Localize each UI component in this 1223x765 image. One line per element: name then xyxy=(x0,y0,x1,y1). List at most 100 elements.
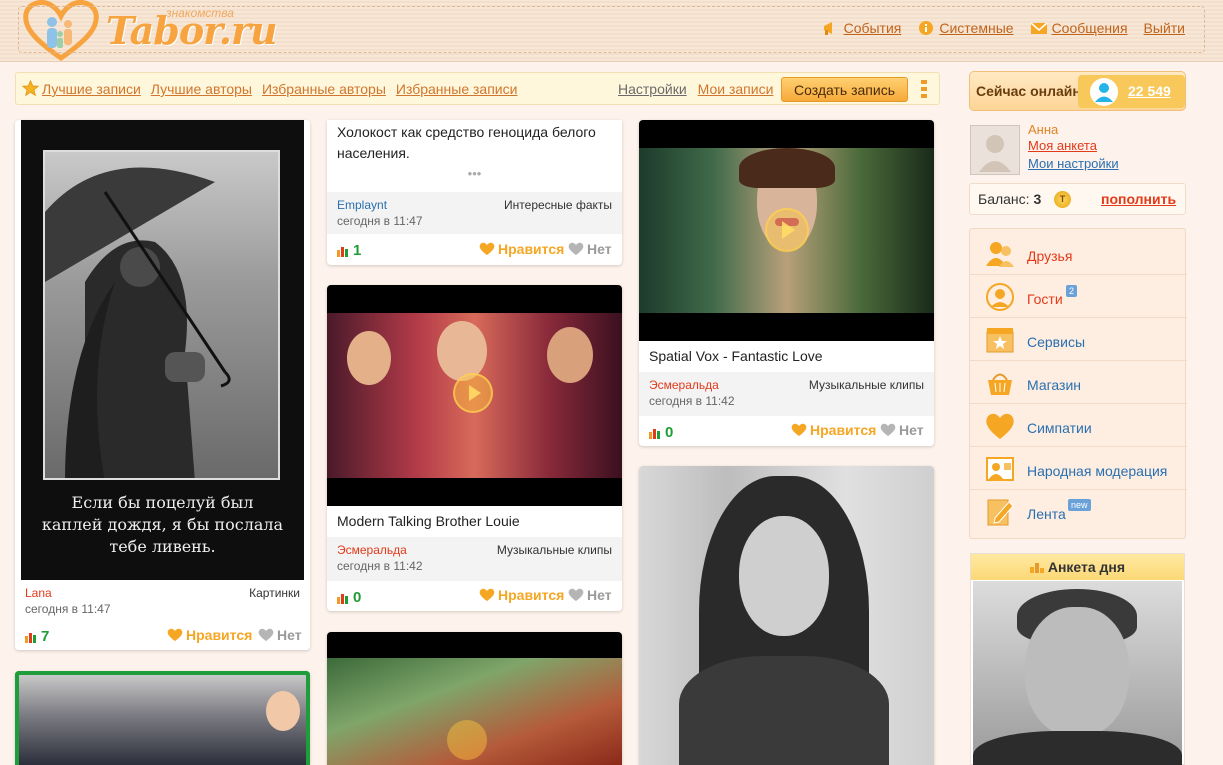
nav-messages[interactable]: Сообщения xyxy=(1030,20,1128,36)
video-title[interactable]: Modern Talking Brother Louie xyxy=(337,513,520,529)
category-label[interactable]: Музыкальные клипы xyxy=(809,378,924,392)
nav-system[interactable]: Системные xyxy=(917,20,1014,36)
author-link[interactable]: Lana xyxy=(25,586,52,600)
play-icon[interactable] xyxy=(453,373,493,413)
like-label: Нравится xyxy=(810,422,877,438)
face-thumbnail xyxy=(266,691,300,731)
sidebar-item-sympathies[interactable]: Симпатии xyxy=(970,404,1187,447)
logo-brand: Tabor.ru xyxy=(106,8,278,53)
profile-of-day: Анкета дня xyxy=(970,553,1185,765)
balance-label: Баланс: 3 xyxy=(978,191,1042,207)
profile-of-day-photo[interactable] xyxy=(973,581,1182,765)
more-dots[interactable]: ••• xyxy=(327,166,622,181)
category-label[interactable]: Картинки xyxy=(249,586,300,600)
dislike-button[interactable]: Нет xyxy=(568,587,612,603)
user-silhouette-icon xyxy=(1090,78,1118,106)
sidebar-item-label: Магазин xyxy=(1027,377,1082,393)
heart-icon xyxy=(986,413,1014,439)
my-settings-link[interactable]: Мои настройки xyxy=(1028,156,1119,171)
nav-events-label: События xyxy=(843,20,902,36)
post-time: сегодня в 11:47 xyxy=(337,214,423,228)
feed-card-portrait[interactable] xyxy=(639,466,934,765)
envelope-icon xyxy=(1030,22,1048,34)
heart-family-logo-icon xyxy=(23,0,99,62)
poster-line-1: Если бы поцелуй был xyxy=(71,493,254,512)
like-button[interactable]: Нравится xyxy=(479,241,564,257)
card-footer: 0 Нравится Нет xyxy=(327,581,622,611)
dislike-label: Нет xyxy=(899,422,924,438)
online-label: Сейчас онлайн: xyxy=(976,83,1086,99)
card-meta: Эсмеральда Музыкальные клипы сегодня в 1… xyxy=(327,537,622,581)
like-button[interactable]: Нравится xyxy=(479,587,564,603)
avatar[interactable] xyxy=(970,125,1020,175)
feed-card-video-2[interactable] xyxy=(327,632,622,765)
post-time: сегодня в 11:42 xyxy=(337,559,423,573)
sidebar-item-feed[interactable]: Лента new xyxy=(970,490,1187,533)
profile-name: Анна xyxy=(1028,122,1059,137)
feed-card-crowd[interactable] xyxy=(15,671,310,765)
dislike-button[interactable]: Нет xyxy=(880,422,924,438)
score-value: 7 xyxy=(41,628,50,645)
rating-bars-icon xyxy=(337,246,348,257)
card-meta: Lana Картинки сегодня в 11:47 xyxy=(15,580,310,620)
more-menu-icon[interactable] xyxy=(920,80,928,100)
link-favorite-posts[interactable]: Избранные записи xyxy=(396,81,518,97)
like-button[interactable]: Нравится xyxy=(791,422,876,438)
sidebar-item-friends[interactable]: Друзья xyxy=(970,232,1187,275)
link-best-authors[interactable]: Лучшие авторы xyxy=(151,81,252,97)
online-count[interactable]: 22 549 xyxy=(1128,83,1171,99)
rating-bars-icon xyxy=(337,593,348,604)
portrait-photo xyxy=(639,466,934,765)
create-post-button[interactable]: Создать запись xyxy=(781,77,908,102)
sidebar-item-label: Симпатии xyxy=(1027,420,1092,436)
score: 0 xyxy=(337,589,361,606)
balance-value: 3 xyxy=(1033,191,1042,207)
video-title[interactable]: Spatial Vox - Fantastic Love xyxy=(649,348,823,364)
info-icon xyxy=(919,21,934,35)
play-icon[interactable] xyxy=(765,208,809,252)
link-best-posts[interactable]: Лучшие записи xyxy=(42,81,141,97)
nav-system-label: Системные xyxy=(939,20,1014,36)
sidebar-item-label: Народная модерация xyxy=(1027,463,1168,479)
dislike-button[interactable]: Нет xyxy=(568,241,612,257)
author-link[interactable]: Эсмеральда xyxy=(337,543,407,557)
video-thumbnail[interactable] xyxy=(639,120,934,341)
dislike-button[interactable]: Нет xyxy=(258,627,302,643)
site-logo[interactable]: знакомства Tabor.ru xyxy=(20,0,278,62)
profile-of-day-header: Анкета дня xyxy=(971,554,1184,580)
author-link[interactable]: Emplaynt xyxy=(337,198,387,212)
topup-link[interactable]: пополнить xyxy=(1101,191,1176,207)
score-value: 1 xyxy=(353,242,362,259)
sidebar-item-moderation[interactable]: Народная модерация xyxy=(970,447,1187,490)
sidebar-item-guests[interactable]: Гости 2 xyxy=(970,275,1187,318)
feed-card-video: Modern Talking Brother Louie Эсмеральда … xyxy=(327,285,622,611)
card-image[interactable]: Если бы поцелуй был каплей дождя, я бы п… xyxy=(21,120,304,580)
sidebar-item-services[interactable]: Сервисы xyxy=(970,318,1187,361)
nav-logout[interactable]: Выйти xyxy=(1144,20,1185,36)
moderation-icon xyxy=(986,457,1014,481)
score: 7 xyxy=(25,628,49,645)
nav-events[interactable]: События xyxy=(822,20,902,36)
link-favorite-authors[interactable]: Избранные авторы xyxy=(262,81,386,97)
link-settings[interactable]: Настройки xyxy=(618,81,687,97)
feed-card-picture: Если бы поцелуй был каплей дождя, я бы п… xyxy=(15,120,310,650)
score-value: 0 xyxy=(353,589,362,606)
category-label[interactable]: Музыкальные клипы xyxy=(497,543,612,557)
link-my-posts[interactable]: Мои записи xyxy=(698,81,774,97)
author-link[interactable]: Эсмеральда xyxy=(649,378,719,392)
sidebar-item-shop[interactable]: Магазин xyxy=(970,361,1187,404)
umbrella-woman-illustration xyxy=(45,167,231,478)
card-footer: 1 Нравится Нет xyxy=(327,234,622,264)
poster-text: Если бы поцелуй был каплей дождя, я бы п… xyxy=(21,492,304,558)
side-menu: Друзья Гости 2 Сервисы Магазин Симпатии … xyxy=(969,228,1187,539)
friends-icon xyxy=(986,242,1014,267)
video-thumbnail[interactable] xyxy=(327,285,622,506)
online-counter: Сейчас онлайн: 22 549 xyxy=(969,71,1186,111)
my-profile-link[interactable]: Моя анкета xyxy=(1028,138,1097,153)
balance-block: Баланс: 3 T пополнить xyxy=(969,183,1186,215)
profile-of-day-title: Анкета дня xyxy=(1047,559,1126,575)
like-button[interactable]: Нравится xyxy=(167,627,252,643)
play-icon[interactable] xyxy=(447,720,487,760)
category-label[interactable]: Интересные факты xyxy=(504,198,612,212)
post-text[interactable]: Холокост как средство геноцида белого на… xyxy=(337,122,602,164)
